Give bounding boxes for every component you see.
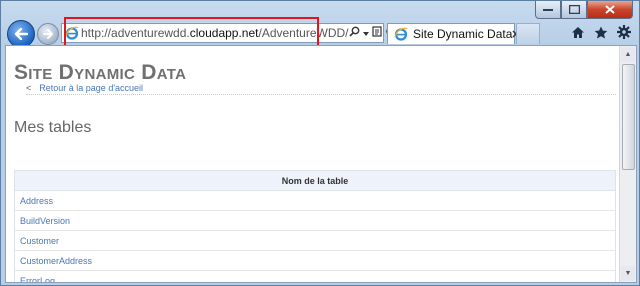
web-page: Site Dynamic Data < Retour à la page d'a… (6, 46, 620, 283)
vertical-scrollbar[interactable]: ▲ ▼ (619, 46, 636, 282)
table-row[interactable]: CustomerAddress (15, 251, 615, 271)
new-tab-button[interactable] (516, 23, 540, 44)
breadcrumb: < Retour à la page d'accueil (26, 82, 616, 95)
table-row[interactable]: Address (15, 191, 615, 211)
maximize-icon (568, 5, 580, 14)
close-icon (605, 5, 615, 14)
back-arrow-icon (14, 28, 28, 40)
chevron-left-icon: < (26, 83, 32, 93)
ie-logo-icon (394, 27, 408, 41)
browser-window: http://adventurewdd.cloudapp.net/Adventu… (0, 0, 640, 286)
maximize-button[interactable] (561, 1, 587, 19)
tab-site-dynamic-data[interactable]: Site Dynamic Data (387, 23, 520, 44)
tools-button[interactable] (617, 25, 631, 39)
tables-list: Nom de la table Address BuildVersion Cus… (14, 170, 616, 283)
table-row[interactable]: ErrorLog (15, 271, 615, 283)
scroll-up-button[interactable]: ▲ (621, 47, 635, 62)
window-controls (535, 1, 633, 19)
chevron-down-icon (362, 32, 369, 36)
scroll-down-button[interactable]: ▼ (621, 266, 635, 281)
tab-title: Site Dynamic Data (413, 27, 513, 41)
minimize-button[interactable] (535, 1, 561, 19)
home-icon (572, 26, 584, 38)
back-button[interactable] (7, 20, 35, 48)
close-window-button[interactable] (587, 1, 633, 19)
page-title: Mes tables (14, 119, 92, 136)
favorites-button[interactable] (594, 26, 608, 39)
command-icons (571, 25, 631, 39)
url-highlight-box (64, 17, 319, 47)
compatibility-view-button[interactable] (371, 26, 382, 40)
home-button[interactable] (571, 26, 585, 39)
forward-button[interactable] (37, 23, 59, 45)
search-button[interactable] (348, 26, 360, 40)
scroll-thumb[interactable] (622, 64, 635, 170)
minimize-icon (543, 8, 553, 11)
page-viewport: Site Dynamic Data < Retour à la page d'a… (5, 45, 637, 283)
table-row[interactable]: Customer (15, 231, 615, 251)
settings-gear-icon (617, 25, 631, 39)
search-icon (348, 26, 359, 37)
back-to-home-link[interactable]: Retour à la page d'accueil (39, 83, 143, 93)
compat-view-icon (371, 26, 382, 37)
table-row[interactable]: BuildVersion (15, 211, 615, 231)
favorites-star-icon (594, 26, 608, 38)
search-dropdown-button[interactable] (362, 27, 369, 39)
forward-arrow-icon (42, 29, 53, 39)
table-header: Nom de la table (15, 171, 615, 191)
